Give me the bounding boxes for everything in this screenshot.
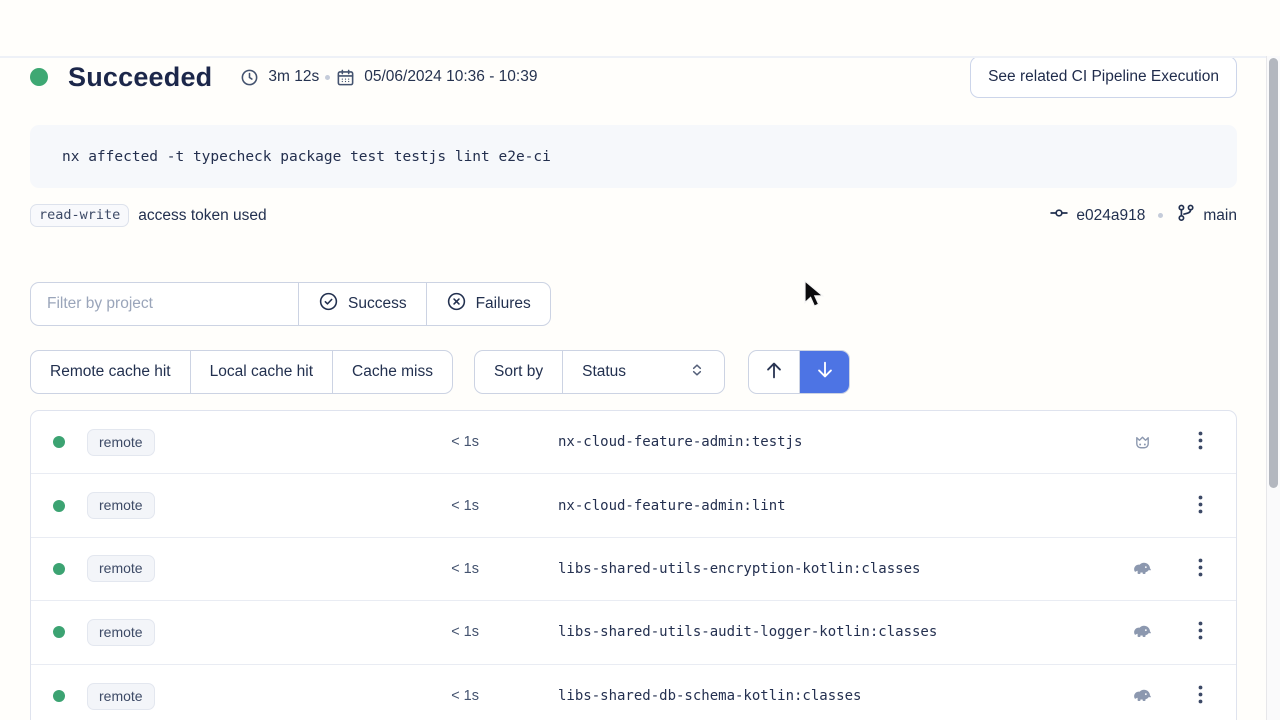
- access-token-row: read-write access token used e024a918 ma…: [30, 203, 1237, 228]
- run-command-block: nx affected -t typecheck package test te…: [30, 125, 1237, 188]
- table-row[interactable]: remote < 1s libs-shared-utils-audit-logg…: [31, 601, 1236, 664]
- filter-remote-cache-hit-button[interactable]: Remote cache hit: [31, 351, 190, 393]
- git-branch-icon: [1176, 203, 1196, 228]
- sort-by-label: Sort by: [475, 351, 562, 393]
- row-menu-button[interactable]: [1190, 617, 1211, 647]
- project-filter-input[interactable]: [31, 283, 298, 325]
- related-pipeline-button[interactable]: See related CI Pipeline Execution: [970, 56, 1237, 98]
- task-duration: < 1s: [191, 498, 479, 514]
- commit-sha[interactable]: e024a918: [1076, 207, 1145, 225]
- circle-x-icon: [446, 291, 467, 317]
- access-token-text: access token used: [138, 207, 266, 225]
- row-menu-button[interactable]: [1190, 491, 1211, 521]
- git-commit-icon: [1049, 203, 1069, 228]
- run-details-page: Succeeded 3m 12s 05/06/2024 10:36 - 10:3…: [0, 56, 1280, 720]
- project-filter-group: Success Failures: [30, 282, 551, 326]
- kebab-menu-icon: [1198, 565, 1203, 580]
- run-duration-label: 3m 12s: [268, 68, 319, 86]
- sort-group: Sort by Status: [474, 350, 725, 394]
- chevron-up-down-icon: [689, 362, 705, 383]
- task-name[interactable]: nx-cloud-feature-admin:lint: [558, 498, 1120, 514]
- scrollbar-thumb[interactable]: [1269, 58, 1278, 488]
- cache-source-badge: remote: [87, 429, 155, 456]
- kebab-menu-icon: [1198, 628, 1203, 643]
- table-row[interactable]: remote < 1s libs-shared-utils-encryption…: [31, 538, 1236, 601]
- filter-local-cache-hit-button[interactable]: Local cache hit: [190, 351, 332, 393]
- filter-cache-miss-button[interactable]: Cache miss: [332, 351, 452, 393]
- kebab-menu-icon: [1198, 692, 1203, 707]
- controls-row: Remote cache hit Local cache hit Cache m…: [30, 350, 1237, 394]
- calendar-icon: [336, 68, 355, 87]
- kebab-menu-icon: [1198, 502, 1203, 517]
- cache-source-badge: remote: [87, 619, 155, 646]
- sort-field-select[interactable]: Status: [562, 351, 724, 393]
- task-duration: < 1s: [191, 624, 479, 640]
- row-menu-button[interactable]: [1190, 554, 1211, 584]
- task-duration: < 1s: [191, 561, 479, 577]
- cache-source-badge: remote: [87, 492, 155, 519]
- arrow-down-icon: [814, 359, 836, 386]
- circle-check-icon: [318, 291, 339, 317]
- filter-failures-button[interactable]: Failures: [426, 283, 550, 325]
- filter-success-label: Success: [348, 295, 407, 313]
- gradle-icon: [1120, 558, 1164, 580]
- status-success-dot: [53, 626, 65, 638]
- run-date-range-label: 05/06/2024 10:36 - 10:39: [364, 68, 537, 86]
- status-success-dot: [30, 68, 48, 86]
- sort-direction-group: [748, 350, 850, 394]
- gradle-icon: [1120, 621, 1164, 643]
- dot-separator: [325, 75, 330, 80]
- sort-ascending-button[interactable]: [749, 351, 799, 393]
- status-success-dot: [53, 563, 65, 575]
- status-success-dot: [53, 500, 65, 512]
- jest-icon: [1120, 432, 1164, 453]
- status-success-dot: [53, 436, 65, 448]
- access-token-scope-badge: read-write: [30, 204, 129, 227]
- run-header: Succeeded 3m 12s 05/06/2024 10:36 - 10:3…: [30, 56, 1237, 98]
- table-row[interactable]: remote < 1s libs-shared-db-schema-kotlin…: [31, 665, 1236, 720]
- dot-separator: [1158, 213, 1163, 218]
- cache-source-badge: remote: [87, 555, 155, 582]
- run-date-range: 05/06/2024 10:36 - 10:39: [336, 68, 537, 87]
- vcs-info: e024a918 main: [1049, 203, 1237, 228]
- table-row[interactable]: remote < 1s nx-cloud-feature-admin:testj…: [31, 411, 1236, 474]
- filter-success-button[interactable]: Success: [298, 283, 426, 325]
- task-duration: < 1s: [191, 434, 479, 450]
- table-row[interactable]: remote < 1s nx-cloud-feature-admin:lint: [31, 474, 1236, 537]
- run-command-text: nx affected -t typecheck package test te…: [62, 149, 551, 165]
- sort-descending-button[interactable]: [799, 351, 849, 393]
- row-menu-button[interactable]: [1190, 427, 1211, 457]
- vertical-scrollbar[interactable]: [1266, 56, 1280, 720]
- clock-icon: [240, 68, 259, 87]
- arrow-up-icon: [763, 359, 785, 386]
- filter-failures-label: Failures: [476, 295, 531, 313]
- cache-source-badge: remote: [87, 683, 155, 710]
- kebab-menu-icon: [1198, 438, 1203, 453]
- status-success-dot: [53, 690, 65, 702]
- sort-field-value: Status: [582, 363, 626, 381]
- task-table: remote < 1s nx-cloud-feature-admin:testj…: [30, 410, 1237, 720]
- gradle-icon: [1120, 685, 1164, 707]
- page-title: Succeeded: [68, 62, 212, 93]
- task-name[interactable]: libs-shared-db-schema-kotlin:classes: [558, 688, 1120, 704]
- row-menu-button[interactable]: [1190, 681, 1211, 711]
- window-top-edge: [0, 56, 1280, 58]
- branch-name[interactable]: main: [1203, 207, 1237, 225]
- task-name[interactable]: nx-cloud-feature-admin:testjs: [558, 434, 1120, 450]
- task-name[interactable]: libs-shared-utils-encryption-kotlin:clas…: [558, 561, 1120, 577]
- task-duration: < 1s: [191, 688, 479, 704]
- task-name[interactable]: libs-shared-utils-audit-logger-kotlin:cl…: [558, 624, 1120, 640]
- cache-filter-group: Remote cache hit Local cache hit Cache m…: [30, 350, 453, 394]
- run-duration: 3m 12s: [240, 68, 319, 87]
- filters-row: Success Failures: [30, 282, 1237, 326]
